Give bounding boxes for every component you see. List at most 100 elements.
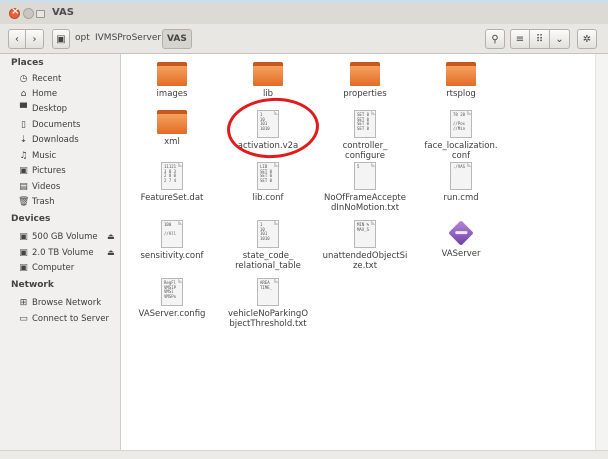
file-name-label: controller_ configure	[342, 141, 388, 161]
file-name-label: xml	[164, 137, 180, 147]
text-file-icon: 78 20 //Pos //Min	[450, 110, 472, 138]
chevron-left-icon: ‹	[15, 33, 19, 45]
breadcrumb-root-disk[interactable]: ▣	[52, 29, 70, 49]
sidebar-item-connect-to-server[interactable]: ▭ Connect to Server	[18, 312, 109, 326]
text-file-icon: SET 0 SET 0 SET 0 SET 0	[354, 110, 376, 138]
breadcrumb-opt[interactable]: opt	[72, 29, 93, 49]
sidebar-item-computer[interactable]: ▣ Computer	[18, 261, 74, 275]
devices-header: Devices	[11, 214, 51, 224]
file-grid: images lib properties rtsplog xml 1 10 101 10…	[122, 54, 595, 450]
sidebar-item-label: Browse Network	[32, 298, 102, 308]
file-item[interactable]: images	[122, 62, 222, 99]
maximize-window-button[interactable]	[36, 10, 45, 18]
eject-icon[interactable]: ⏏	[107, 230, 115, 244]
file-name-label: lib.conf	[252, 193, 284, 203]
text-file-icon: AREA TIME_	[257, 278, 279, 306]
vertical-scrollbar[interactable]	[595, 54, 608, 450]
file-item[interactable]: properties	[315, 62, 415, 99]
file-item[interactable]: ./VAS run.cmd	[411, 162, 511, 203]
sidebar-item-label: Home	[32, 89, 58, 99]
clock-icon: ◷	[19, 74, 28, 84]
sidebar-item-label: Connect to Server	[32, 314, 109, 324]
sidebar-item-music[interactable]: ♫ Music	[18, 149, 56, 163]
file-name-label: VAServer.config	[138, 309, 206, 319]
file-item[interactable]: lib	[218, 62, 318, 99]
sidebar-item-label: 2.0 TB Volume	[32, 248, 94, 258]
file-item[interactable]: SET 0 SET 0 SET 0 SET 0 controller_ confi…	[315, 110, 415, 161]
disk-icon: ▣	[56, 33, 66, 45]
file-item[interactable]: xml	[122, 110, 222, 147]
back-button[interactable]: ‹	[8, 29, 26, 49]
chevron-down-icon: ⌄	[555, 33, 564, 45]
file-name-label: NoOfFrameAccepte dInNoMotion.txt	[324, 193, 406, 213]
forward-button[interactable]: ›	[26, 29, 44, 49]
file-item[interactable]: AREA TIME_ vehicleNoParkingO bjectThresho…	[218, 278, 318, 329]
camera-icon: ▣	[19, 166, 28, 176]
sidebar-item-label: 500 GB Volume	[32, 232, 98, 242]
file-item[interactable]: VAServer	[411, 220, 511, 259]
sidebar: Places ◷ Recent ⌂ Home ▀ Desktop ▯ Documents…	[0, 54, 121, 459]
sidebar-item-home[interactable]: ⌂ Home	[18, 87, 57, 101]
settings-button[interactable]: ✲	[577, 29, 597, 49]
folder-icon	[157, 62, 187, 86]
breadcrumb-ivmsproserver[interactable]: IVMSProServer	[92, 29, 164, 49]
minimize-window-button[interactable]	[23, 8, 34, 19]
sidebar-item-label: Computer	[32, 263, 75, 273]
folder-icon	[350, 62, 380, 86]
text-file-icon: 1 10 101 1010	[257, 220, 279, 248]
sidebar-item-videos[interactable]: ▤ Videos	[18, 180, 60, 194]
close-window-button[interactable]	[9, 6, 20, 19]
status-bar	[0, 450, 608, 459]
grid-icon: ⠿	[535, 33, 544, 45]
text-file-icon: 5	[354, 162, 376, 190]
computer-icon: ▣	[19, 263, 28, 273]
search-button[interactable]: ⚲	[485, 29, 505, 49]
file-item[interactable]: MIN % MAX_S unattendedObjectSi ze.txt	[315, 220, 415, 271]
download-icon: ⇣	[19, 135, 28, 145]
file-name-label: images	[156, 89, 188, 99]
file-item[interactable]: rtsplog	[411, 62, 511, 99]
file-item[interactable]: LIB SET 0 SET 0 SET 0 lib.conf	[218, 162, 318, 203]
file-name-label: vehicleNoParkingO bjectThreshold.txt	[227, 309, 309, 329]
file-item[interactable]: 5 NoOfFrameAccepte dInNoMotion.txt	[315, 162, 415, 213]
file-name-label: unattendedObjectSi ze.txt	[322, 251, 408, 271]
sidebar-item-browse-network[interactable]: ⊞ Browse Network	[18, 296, 101, 310]
sidebar-item-trash[interactable]: 🗑 Trash	[18, 195, 54, 209]
sidebar-item-downloads[interactable]: ⇣ Downloads	[18, 133, 79, 147]
file-name-label: state_code_ relational_table	[235, 251, 301, 271]
sidebar-item-label: Desktop	[32, 104, 68, 114]
text-file-icon: LIB SET 0 SET 0 SET 0	[257, 162, 279, 190]
sidebar-item-label: Documents	[32, 120, 81, 130]
file-item[interactable]: 100 //All sensitivity.conf	[122, 220, 222, 261]
list-icon: ≡	[515, 33, 525, 45]
sidebar-item-desktop[interactable]: ▀ Desktop	[18, 102, 67, 116]
drive-icon: ▣	[19, 232, 28, 242]
file-name-label: VAServer	[441, 249, 481, 259]
sidebar-item-label: Music	[32, 151, 57, 161]
file-item[interactable]: RegFl VMSIP VMSi VMSPo VAServer.config	[122, 278, 222, 319]
chevron-right-icon: ›	[32, 33, 37, 45]
text-file-icon: 100 //All	[161, 220, 183, 248]
breadcrumb-vas[interactable]: VAS	[162, 29, 192, 49]
sidebar-item-recent[interactable]: ◷ Recent	[18, 72, 62, 86]
sidebar-item-2tb-volume[interactable]: ▣ 2.0 TB Volume	[18, 246, 94, 260]
gear-icon: ✲	[582, 33, 592, 45]
sidebar-item-pictures[interactable]: ▣ Pictures	[18, 164, 66, 178]
file-item[interactable]: 78 20 //Pos //Min face_localization. conf	[411, 110, 511, 161]
sidebar-item-label: Trash	[32, 197, 55, 207]
places-header: Places	[11, 58, 44, 68]
sidebar-item-documents[interactable]: ▯ Documents	[18, 118, 80, 132]
view-options-button[interactable]: ⌄	[550, 29, 570, 49]
file-item[interactable]: 11121 3 0 3 2 0 0 2 7 4 FeatureSet.dat	[122, 162, 222, 203]
file-name-label: sensitivity.conf	[140, 251, 204, 261]
file-item[interactable]: 1 10 101 1010 state_code_ relational_tabl…	[218, 220, 318, 271]
text-file-icon: ./VAS	[450, 162, 472, 190]
grid-view-button[interactable]: ⠿	[530, 29, 550, 49]
sidebar-item-label: Pictures	[32, 166, 66, 176]
eject-icon[interactable]: ⏏	[107, 246, 115, 260]
title-bar: VAS	[0, 0, 608, 24]
sidebar-item-500gb-volume[interactable]: ▣ 500 GB Volume	[18, 230, 98, 244]
file-name-label: run.cmd	[443, 193, 479, 203]
list-view-button[interactable]: ≡	[510, 29, 530, 49]
file-name-label: properties	[343, 89, 387, 99]
